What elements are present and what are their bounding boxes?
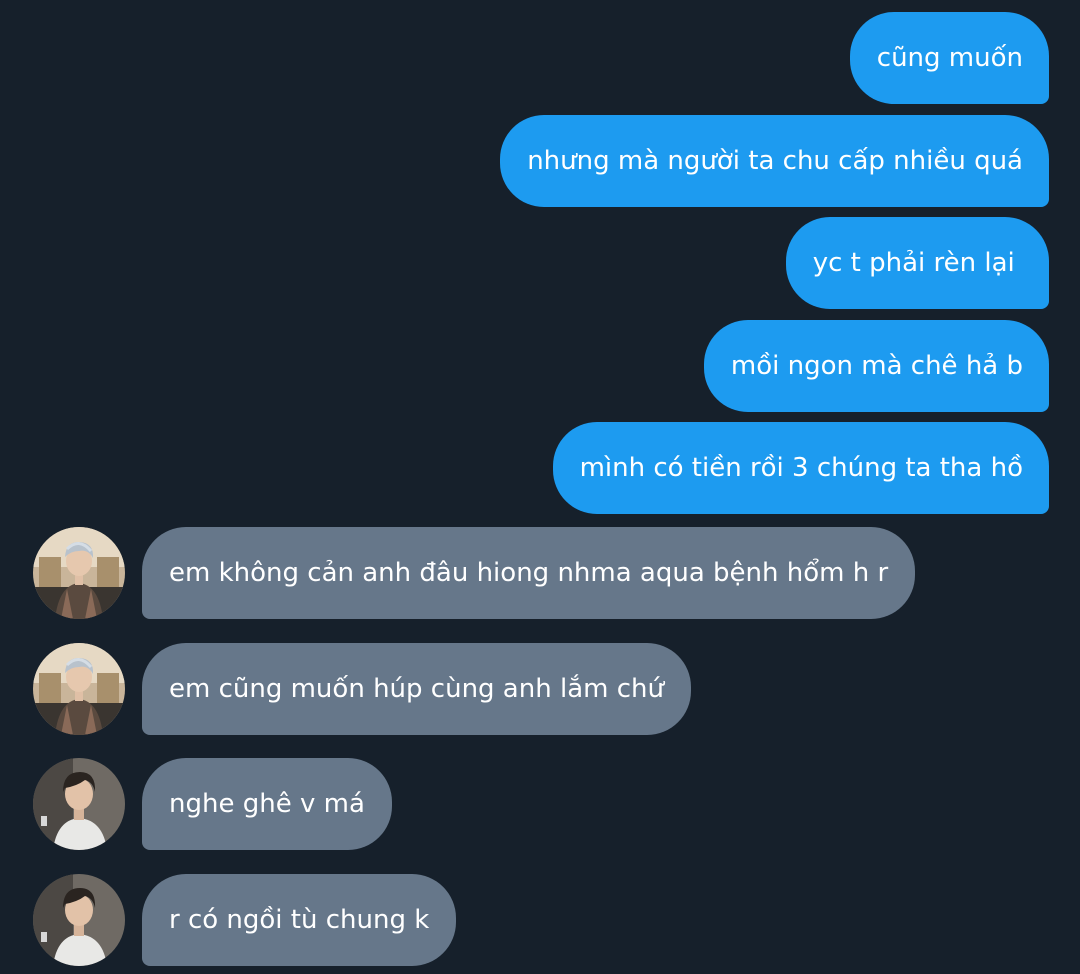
message-bubble-sent[interactable]: mình có tiền rồi 3 chúng ta tha hồ (552, 422, 1049, 514)
avatar-user-a-image (33, 643, 125, 735)
message-bubble-received[interactable]: r có ngồi tù chung k (142, 874, 457, 966)
avatar-user-a-image (33, 527, 125, 619)
message-bubble-sent[interactable]: yc t phải rèn lại (785, 217, 1049, 309)
message-row-received: nghe ghê v má (0, 758, 1080, 850)
message-row-sent: nhưng mà người ta chu cấp nhiều quá (0, 115, 1080, 207)
avatar-user-a[interactable] (33, 643, 125, 735)
message-bubble-sent[interactable]: cũng muốn (849, 12, 1049, 104)
message-row-received: em cũng muốn húp cùng anh lắm chứ (0, 643, 1080, 735)
avatar-user-b-image (33, 758, 125, 850)
message-bubble-received[interactable]: em cũng muốn húp cùng anh lắm chứ (142, 643, 691, 735)
message-bubble-sent[interactable]: nhưng mà người ta chu cấp nhiều quá (500, 115, 1049, 207)
message-list[interactable]: cũng muốn nhưng mà người ta chu cấp nhiề… (0, 0, 1080, 974)
message-row-sent: mình có tiền rồi 3 chúng ta tha hồ (0, 422, 1080, 514)
message-row-sent: mồi ngon mà chê hả b (0, 320, 1080, 412)
avatar-user-a[interactable] (33, 527, 125, 619)
message-bubble-sent[interactable]: mồi ngon mà chê hả b (703, 320, 1049, 412)
message-row-received: r có ngồi tù chung k (0, 874, 1080, 966)
message-row-sent: cũng muốn (0, 12, 1080, 104)
message-bubble-received[interactable]: nghe ghê v má (142, 758, 392, 850)
message-bubble-received[interactable]: em không cản anh đâu hiong nhma aqua bện… (142, 527, 916, 619)
avatar-user-b[interactable] (33, 874, 125, 966)
avatar-user-b[interactable] (33, 758, 125, 850)
message-row-sent: yc t phải rèn lại (0, 217, 1080, 309)
avatar-user-b-image (33, 874, 125, 966)
message-row-received: em không cản anh đâu hiong nhma aqua bện… (0, 527, 1080, 619)
